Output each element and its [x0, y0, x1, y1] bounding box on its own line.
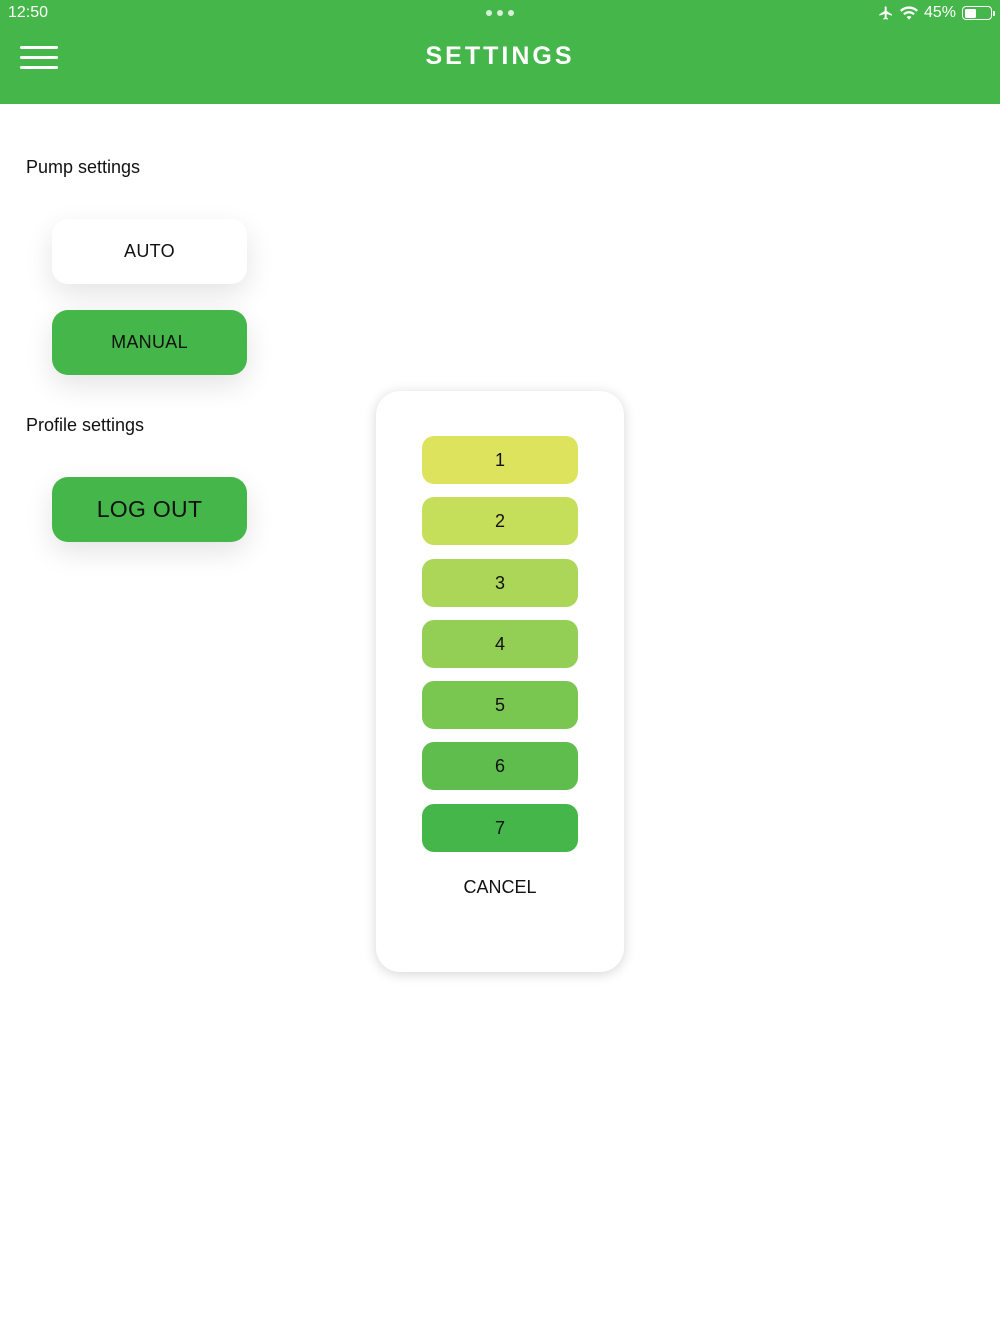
- level-option-1[interactable]: 1: [422, 436, 578, 484]
- manual-button[interactable]: MANUAL: [52, 310, 247, 375]
- battery-icon: [962, 6, 995, 20]
- status-time: 12:50: [8, 4, 49, 21]
- pump-settings-label: Pump settings: [26, 157, 141, 177]
- level-option-5[interactable]: 5: [422, 681, 578, 729]
- level-option-2[interactable]: 2: [422, 497, 578, 545]
- level-option-7[interactable]: 7: [422, 804, 578, 852]
- airplane-icon: [879, 6, 892, 20]
- auto-button[interactable]: AUTO: [52, 219, 247, 284]
- page-title: SETTINGS: [425, 42, 575, 70]
- level-option-6[interactable]: 6: [422, 742, 578, 790]
- profile-settings-label: Profile settings: [26, 415, 145, 435]
- status-indicators: 45%: [878, 3, 995, 23]
- cancel-button[interactable]: CANCEL: [376, 877, 624, 898]
- battery-percent: 45%: [923, 4, 956, 21]
- level-picker-modal: 1 2 3 4 5 6 7 CANCEL: [376, 391, 624, 972]
- multitasking-dots-icon[interactable]: [486, 10, 514, 16]
- level-option-3[interactable]: 3: [422, 559, 578, 607]
- logout-button[interactable]: LOG OUT: [52, 477, 247, 542]
- app-header: 12:50 45% SETTINGS: [0, 0, 1000, 104]
- wifi-icon: [899, 6, 918, 20]
- level-option-4[interactable]: 4: [422, 620, 578, 668]
- battery-level: [964, 8, 976, 18]
